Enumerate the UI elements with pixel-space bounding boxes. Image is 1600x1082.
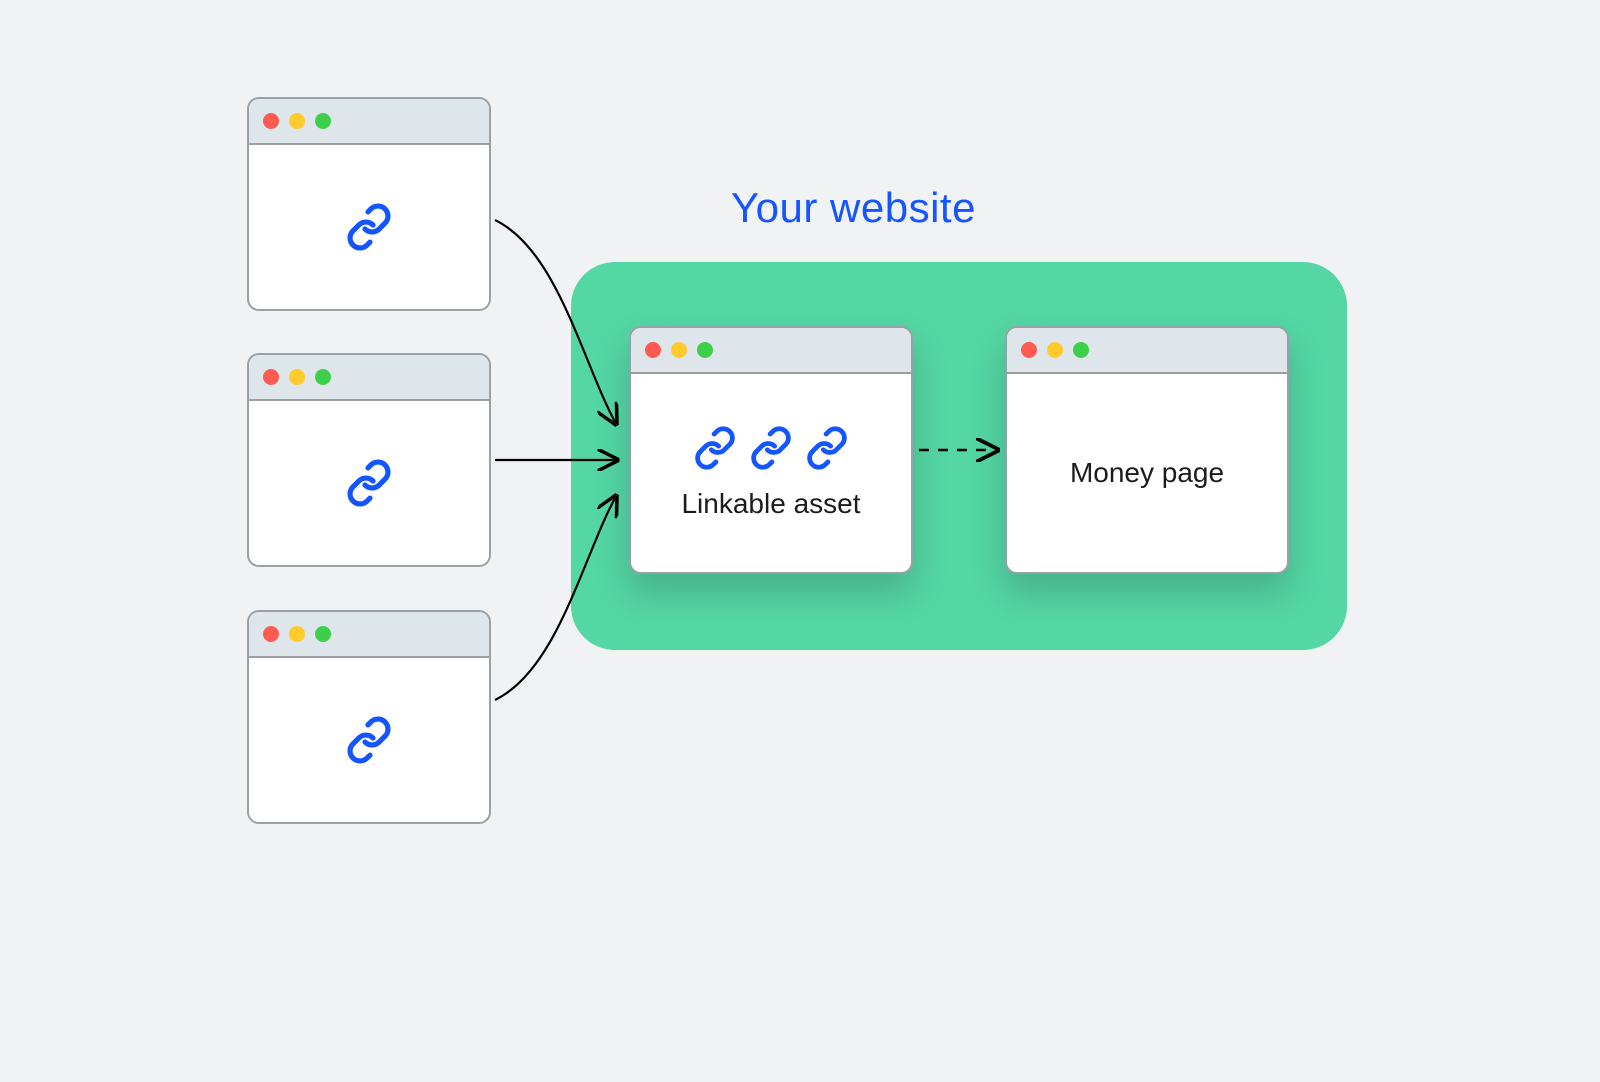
window-titlebar <box>631 328 911 374</box>
traffic-light-yellow-icon <box>289 369 305 385</box>
money-page-label: Money page <box>1070 457 1224 489</box>
money-page-window: Money page <box>1005 326 1289 574</box>
traffic-light-red-icon <box>263 369 279 385</box>
window-body <box>249 658 489 822</box>
window-titlebar <box>1007 328 1287 374</box>
link-icon <box>345 459 393 507</box>
traffic-light-red-icon <box>1021 342 1037 358</box>
linkable-asset-window: Linkable asset <box>629 326 913 574</box>
link-icon-row <box>693 426 849 470</box>
traffic-light-green-icon <box>315 626 331 642</box>
traffic-light-yellow-icon <box>289 113 305 129</box>
link-icon <box>345 203 393 251</box>
external-source-window-1 <box>247 97 491 311</box>
window-body <box>249 401 489 565</box>
window-body: Money page <box>1007 374 1287 572</box>
external-source-window-3 <box>247 610 491 824</box>
window-titlebar <box>249 99 489 145</box>
link-icon <box>749 426 793 470</box>
traffic-light-green-icon <box>697 342 713 358</box>
external-source-window-2 <box>247 353 491 567</box>
traffic-light-red-icon <box>645 342 661 358</box>
link-icon <box>805 426 849 470</box>
your-website-title: Your website <box>731 184 976 232</box>
traffic-light-red-icon <box>263 626 279 642</box>
diagram-canvas: Your website Link <box>137 0 1463 920</box>
traffic-light-green-icon <box>315 113 331 129</box>
traffic-light-yellow-icon <box>1047 342 1063 358</box>
window-titlebar <box>249 612 489 658</box>
link-icon <box>345 716 393 764</box>
traffic-light-yellow-icon <box>289 626 305 642</box>
linkable-asset-label: Linkable asset <box>681 488 860 520</box>
traffic-light-yellow-icon <box>671 342 687 358</box>
link-icon <box>693 426 737 470</box>
window-titlebar <box>249 355 489 401</box>
traffic-light-green-icon <box>315 369 331 385</box>
window-body: Linkable asset <box>631 374 911 572</box>
window-body <box>249 145 489 309</box>
traffic-light-green-icon <box>1073 342 1089 358</box>
traffic-light-red-icon <box>263 113 279 129</box>
